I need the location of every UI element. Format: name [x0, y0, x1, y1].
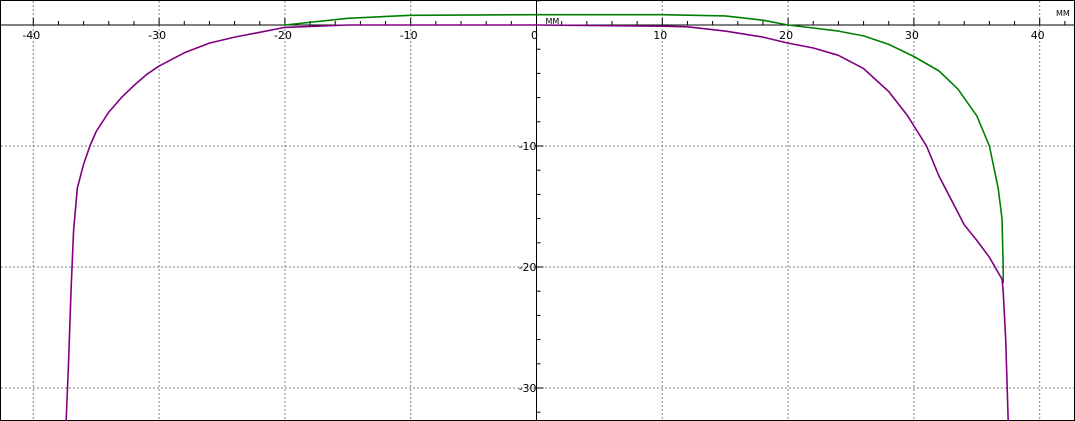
series-line-1: [284, 13, 1004, 284]
y-tick-label: -10: [519, 140, 537, 153]
y-tick-label: -20: [519, 261, 537, 274]
x-tick-label: -10: [400, 29, 418, 42]
line-chart: -40 -30 -20 -10 0 10 20 30 40-10-20-30MMMM: [1, 0, 1074, 421]
x-tick-label: 40: [1031, 29, 1045, 42]
x-tick-label: -40: [22, 29, 40, 42]
x-tick-label: -30: [148, 29, 166, 42]
x-tick-label: 10: [653, 29, 667, 42]
x-tick-label: 30: [905, 29, 919, 42]
x-unit-label: MM: [1056, 9, 1070, 18]
x-tick-label: -20: [274, 29, 292, 42]
x-tick-label: 20: [779, 29, 793, 42]
series-line-2: [65, 24, 1009, 421]
x-tick-label: 0: [531, 29, 538, 42]
y-tick-label: -30: [519, 382, 537, 395]
